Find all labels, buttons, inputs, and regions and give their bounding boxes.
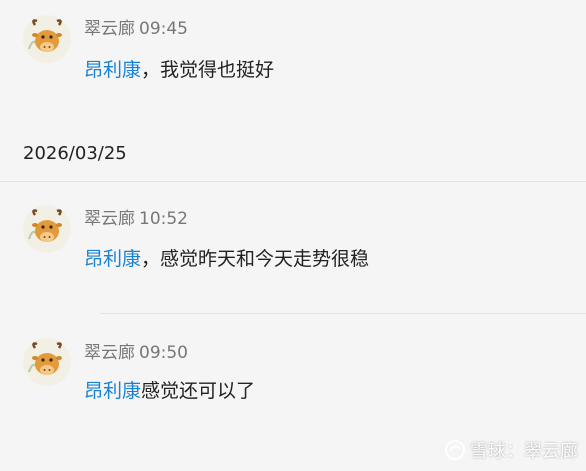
comment-time: 09:50 [139, 343, 188, 363]
avatar[interactable] [23, 338, 71, 386]
stock-mention-link[interactable]: 昂利康 [84, 59, 141, 81]
watermark-separator: ： [506, 441, 524, 462]
watermark: 雪球：翠云廊 [444, 437, 578, 463]
author-name[interactable]: 翠云廊 [84, 209, 135, 229]
ox-avatar-icon [23, 15, 71, 63]
author-name[interactable]: 翠云廊 [84, 343, 135, 363]
author-name[interactable]: 翠云廊 [84, 19, 135, 39]
comment-meta: 翠云廊 09:45 [84, 14, 188, 39]
divider [0, 181, 586, 182]
watermark-user: 翠云廊 [524, 441, 578, 462]
comment-meta: 翠云廊 09:50 [84, 338, 188, 363]
stock-mention-link[interactable]: 昂利康 [84, 380, 141, 402]
date-separator: 2026/03/25 [23, 143, 127, 164]
ox-avatar-icon [23, 338, 71, 386]
watermark-site: 雪球 [470, 441, 506, 462]
comment-text: 感觉还可以了 [141, 380, 256, 402]
snowball-logo-icon [445, 440, 465, 460]
comment-body: 昂利康感觉还可以了 [84, 376, 255, 403]
comment-body: 昂利康，我觉得也挺好 [84, 55, 274, 82]
comment-text: ，感觉昨天和今天走势很稳 [141, 248, 370, 270]
comment-time: 09:45 [139, 19, 188, 39]
comment-meta: 翠云廊 10:52 [84, 204, 188, 229]
divider [100, 313, 586, 314]
stock-mention-link[interactable]: 昂利康 [84, 248, 141, 270]
avatar[interactable] [23, 15, 71, 63]
comment-text: ，我觉得也挺好 [141, 59, 275, 81]
ox-avatar-icon [23, 205, 71, 253]
comment-time: 10:52 [139, 209, 188, 229]
comment-body: 昂利康，感觉昨天和今天走势很稳 [84, 244, 369, 271]
avatar[interactable] [23, 205, 71, 253]
